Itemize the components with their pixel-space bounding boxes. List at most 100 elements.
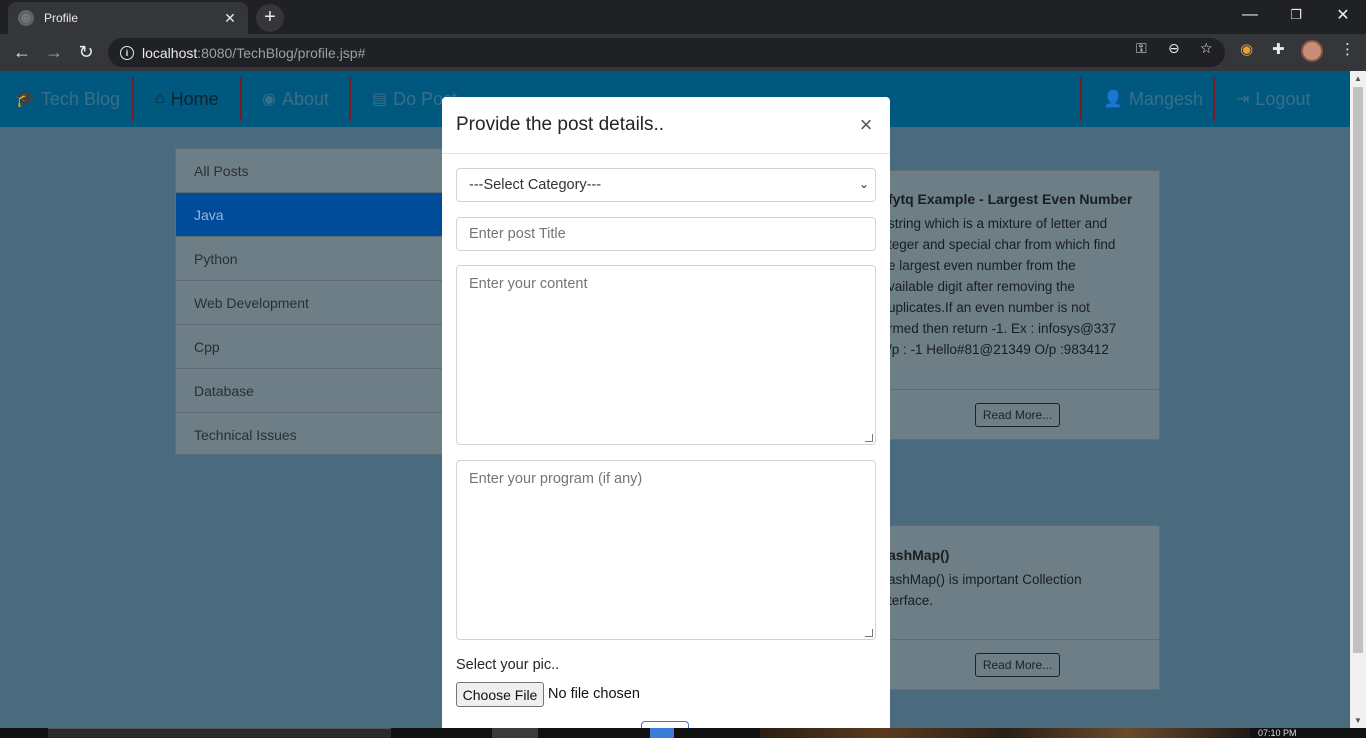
nav-about[interactable]: ◉ About xyxy=(262,71,329,127)
category-select[interactable]: ---Select Category--- ⌄ xyxy=(456,168,876,202)
post-text-line: e largest even number from the xyxy=(888,258,1076,273)
category-item[interactable]: Database xyxy=(176,369,444,413)
post-text: string which is a mixture of letter and … xyxy=(888,213,1147,360)
page-scrollbar[interactable]: ▲ ▼ xyxy=(1350,71,1366,728)
zoom-icon[interactable]: ⊖ xyxy=(1168,40,1180,57)
window-close-icon[interactable]: ✕ xyxy=(1320,0,1366,30)
modal-title: Provide the post details.. xyxy=(456,114,665,135)
extensions-puzzle-icon[interactable]: ✚ xyxy=(1272,40,1285,58)
tab-title: Profile xyxy=(44,11,79,25)
bookmark-star-icon[interactable]: ☆ xyxy=(1200,40,1213,57)
site-info-icon[interactable]: i xyxy=(120,45,134,60)
new-tab-button[interactable]: + xyxy=(256,4,284,32)
resize-handle[interactable] xyxy=(865,434,873,442)
document-icon: ▤ xyxy=(372,91,388,108)
category-select-value: ---Select Category--- xyxy=(469,177,602,193)
post-title: ashMap() xyxy=(888,547,950,563)
nav-divider xyxy=(240,77,242,121)
taskbar-app[interactable] xyxy=(492,728,538,738)
extension-icon[interactable]: ◉ xyxy=(1240,40,1253,58)
nav-divider xyxy=(1213,77,1215,121)
tab-close-icon[interactable]: ✕ xyxy=(222,10,238,27)
post-text: ashMap() is important Collection terface… xyxy=(888,569,1147,611)
chevron-down-icon: ⌄ xyxy=(858,177,869,191)
nav-user-label: Mangesh xyxy=(1128,88,1203,109)
user-icon: 👤 xyxy=(1103,91,1123,108)
url-path: :8080/TechBlog/profile.jsp# xyxy=(197,44,366,61)
post-card-footer: Read More... xyxy=(876,389,1159,439)
post-card-body: ashMap() ashMap() is important Collectio… xyxy=(876,526,1159,611)
category-item[interactable]: Cpp xyxy=(176,325,444,369)
category-item[interactable]: All Posts xyxy=(176,149,444,193)
post-card-body: fytq Example - Largest Even Number strin… xyxy=(876,171,1159,360)
browser-toolbar: ← → ↻ i localhost:8080/TechBlog/profile.… xyxy=(0,34,1366,71)
os-taskbar xyxy=(0,728,1366,738)
post-text-line: string which is a mixture of letter and xyxy=(888,216,1108,231)
brand-label: Tech Blog xyxy=(40,88,120,109)
post-text-line: vailable digit after removing the xyxy=(888,279,1075,294)
nav-logout[interactable]: ⇥ Logout xyxy=(1236,71,1310,127)
url-host: localhost xyxy=(142,44,198,61)
nav-divider xyxy=(132,77,134,121)
profile-avatar[interactable] xyxy=(1301,40,1323,62)
submit-button[interactable] xyxy=(641,721,689,728)
close-icon[interactable]: × xyxy=(856,112,876,138)
post-text-line: teger and special char from which find xyxy=(888,237,1116,252)
post-title: fytq Example - Largest Even Number xyxy=(888,191,1133,207)
category-item-active[interactable]: Java xyxy=(176,193,444,237)
back-arrow-icon[interactable]: ← xyxy=(8,38,36,66)
browser-titlebar: ◎ Profile ✕ + — ❐ ✕ xyxy=(0,0,1366,34)
graduation-cap-icon: 🎓 xyxy=(15,91,35,108)
category-item[interactable]: Python xyxy=(176,237,444,281)
taskbar-wallpaper xyxy=(760,728,1250,738)
post-text-line: uplicates.If an even number is not xyxy=(888,300,1090,315)
nav-about-label: About xyxy=(281,88,330,109)
minimize-icon[interactable]: — xyxy=(1227,0,1273,30)
nav-user[interactable]: 👤 Mangesh xyxy=(1103,71,1203,127)
restore-icon[interactable]: ❐ xyxy=(1273,0,1319,30)
post-text-line: rmed then return -1. Ex : infosys@337 xyxy=(888,321,1117,336)
taskbar-app[interactable] xyxy=(650,728,674,738)
post-card: ashMap() ashMap() is important Collectio… xyxy=(875,525,1160,690)
forward-arrow-icon[interactable]: → xyxy=(40,38,68,66)
key-icon[interactable]: ⚿ xyxy=(1136,40,1147,57)
file-status: No file chosen xyxy=(548,686,640,702)
menu-kebab-icon[interactable]: ⋮ xyxy=(1340,40,1355,58)
choose-file-button[interactable]: Choose File xyxy=(456,682,544,707)
nav-home[interactable]: ⌂ Home xyxy=(155,71,219,127)
modal-header: Provide the post details.. × xyxy=(442,97,890,154)
post-program-textarea[interactable]: Enter your program (if any) xyxy=(456,460,876,640)
post-card-footer: Read More... xyxy=(876,639,1159,689)
content-placeholder: Enter your content xyxy=(469,276,588,292)
category-item[interactable]: Technical Issues xyxy=(176,413,444,457)
scroll-down-icon[interactable]: ▼ xyxy=(1354,716,1362,725)
nav-brand[interactable]: 🎓 Tech Blog xyxy=(15,71,120,127)
home-icon: ⌂ xyxy=(155,90,165,107)
page-viewport: 🎓 Tech Blog ⌂ Home ◉ About ▤ Do Post 👤 M… xyxy=(0,71,1350,728)
post-card: fytq Example - Largest Even Number strin… xyxy=(875,170,1160,440)
read-more-button[interactable]: Read More... xyxy=(974,652,1061,677)
resize-handle[interactable] xyxy=(865,629,873,637)
reload-icon[interactable]: ↻ xyxy=(72,38,100,66)
post-text-line: /p : -1 Hello#81@21349 O/p :983412 xyxy=(888,342,1109,357)
taskbar-clock: 07:10 PM xyxy=(1258,728,1297,738)
post-title-input[interactable]: Enter post Title xyxy=(456,217,876,251)
read-more-button[interactable]: Read More... xyxy=(974,402,1061,427)
post-text-line: ashMap() is important Collection xyxy=(888,572,1082,587)
scrollbar-thumb[interactable] xyxy=(1353,87,1363,653)
add-post-modal: Provide the post details.. × ---Select C… xyxy=(442,97,890,728)
nav-divider xyxy=(1080,77,1082,121)
user-circle-icon: ◉ xyxy=(262,91,276,108)
browser-tab[interactable]: ◎ Profile ✕ xyxy=(8,2,248,34)
address-bar[interactable]: i localhost:8080/TechBlog/profile.jsp# xyxy=(108,38,1225,67)
taskbar-search[interactable] xyxy=(48,728,391,738)
nav-divider xyxy=(349,77,351,121)
nav-home-label: Home xyxy=(170,88,219,109)
nav-logout-label: Logout xyxy=(1255,88,1311,109)
post-content-textarea[interactable]: Enter your content xyxy=(456,265,876,445)
category-list: All Posts Java Python Web Development Cp… xyxy=(175,148,445,455)
logout-icon: ⇥ xyxy=(1236,91,1250,108)
scroll-up-icon[interactable]: ▲ xyxy=(1354,74,1362,83)
category-item[interactable]: Web Development xyxy=(176,281,444,325)
globe-icon: ◎ xyxy=(18,10,34,26)
